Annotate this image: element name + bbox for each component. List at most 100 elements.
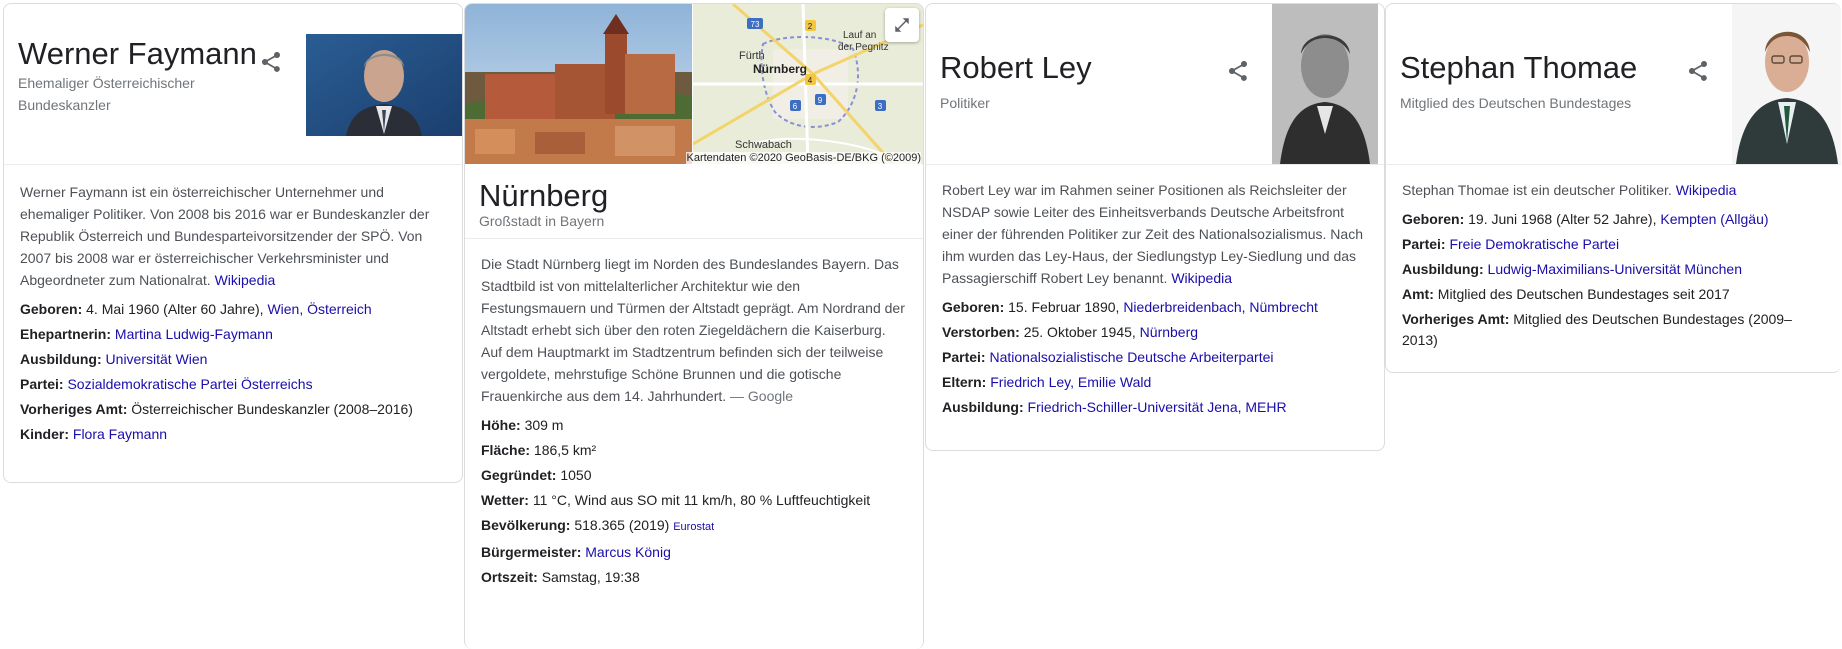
fact-value: 11 °C, Wind aus SO mit 11 km/h, 80 % Luf…	[532, 492, 871, 508]
fact-link[interactable]: Sozialdemokratische Partei Österreichs	[67, 376, 312, 392]
fact-value: 25. Oktober 1945,	[1023, 324, 1136, 340]
road-badge-6: 6	[793, 102, 798, 111]
fact-row: Partei: Freie Demokratische Partei	[1402, 234, 1825, 255]
fact-link[interactable]: Niederbreidenbach, Nümbrecht	[1123, 299, 1318, 315]
fact-link[interactable]: Nürnberg	[1140, 324, 1198, 340]
panel-body: Die Stadt Nürnberg liegt im Norden des B…	[465, 253, 923, 588]
facts-list: Geboren: 19. Juni 1968 (Alter 52 Jahre),…	[1402, 209, 1825, 351]
panel-title: Werner Faymann	[18, 36, 257, 71]
fact-row: Bürgermeister: Marcus König	[481, 542, 907, 563]
fact-row: Partei: Nationalsozialistische Deutsche …	[942, 347, 1368, 368]
fact-link[interactable]: Nationalsozialistische Deutsche Arbeiter…	[989, 349, 1273, 365]
subtitle-line-2: Bundeskanzler	[18, 97, 111, 113]
map-label-nuernberg: Nürnberg	[753, 62, 807, 76]
share-button[interactable]	[1686, 59, 1710, 83]
panel-subtitle: Ehemaliger Österreichischer Bundeskanzle…	[18, 72, 195, 116]
fact-label: Partei:	[942, 349, 986, 365]
fact-label: Bürgermeister:	[481, 544, 582, 560]
facts-list: Höhe: 309 m Fläche: 186,5 km² Gegründet:…	[481, 415, 907, 588]
fact-label: Ausbildung:	[942, 399, 1024, 415]
map-label-schwabach: Schwabach	[735, 139, 792, 151]
person-photo[interactable]	[306, 34, 462, 136]
map-label-lauf-2: der Pegnitz	[838, 42, 889, 53]
fact-value: 1050	[560, 467, 592, 483]
knowledge-panel-werner-faymann: Werner Faymann Ehemaliger Österreichisch…	[3, 3, 463, 483]
fact-row: Eltern: Friedrich Ley, Emilie Wald	[942, 372, 1368, 393]
fact-label: Geboren:	[20, 301, 83, 317]
fact-link[interactable]: Friedrich-Schiller-Universität Jena, MEH…	[1028, 399, 1287, 415]
fact-value: 15. Februar 1890,	[1008, 299, 1120, 315]
fact-link[interactable]: Universität Wien	[106, 351, 208, 367]
fact-label: Geboren:	[1402, 211, 1465, 227]
road-badge-9: 9	[818, 96, 823, 105]
panel-media: 73 2 4 6 9 3 Fürth Lauf an der Pegnitz N…	[465, 4, 923, 164]
wikipedia-link[interactable]: Wikipedia	[215, 272, 276, 288]
fact-label: Fläche:	[481, 442, 531, 458]
road-badge-4: 4	[808, 76, 813, 85]
fact-link[interactable]: Martina Ludwig-Faymann	[115, 326, 273, 342]
fact-value: 518.365 (2019)	[574, 517, 670, 533]
description-text: Stephan Thomae ist ein deutscher Politik…	[1402, 182, 1672, 198]
share-button[interactable]	[1226, 59, 1250, 83]
panel-header: Robert Ley Politiker	[926, 4, 1384, 165]
panel-description: Stephan Thomae ist ein deutscher Politik…	[1402, 179, 1825, 201]
panel-header: Werner Faymann Ehemaliger Österreichisch…	[4, 4, 462, 165]
fact-label: Partei:	[20, 376, 64, 392]
fact-row: Höhe: 309 m	[481, 415, 907, 436]
person-photo[interactable]	[1272, 4, 1378, 164]
fact-link[interactable]: Kempten (Allgäu)	[1660, 211, 1768, 227]
share-button[interactable]	[259, 50, 283, 74]
fact-label: Eltern:	[942, 374, 987, 390]
description-text: Robert Ley war im Rahmen seiner Position…	[942, 182, 1363, 286]
fact-link[interactable]: Flora Faymann	[73, 426, 167, 442]
fact-row: Ausbildung: Friedrich-Schiller-Universit…	[942, 397, 1368, 418]
fact-label: Ausbildung:	[1402, 261, 1484, 277]
portrait-image	[1272, 4, 1378, 164]
wikipedia-link[interactable]: Wikipedia	[1676, 182, 1737, 198]
fact-row: Vorheriges Amt: Österreichischer Bundesk…	[20, 399, 446, 420]
knowledge-panel-stephan-thomae: Stephan Thomae Mitglied des Deutschen Bu…	[1385, 3, 1841, 373]
fact-label: Geboren:	[942, 299, 1005, 315]
fact-label: Ortszeit:	[481, 569, 538, 585]
fact-row: Wetter: 11 °C, Wind aus SO mit 11 km/h, …	[481, 490, 907, 511]
city-map[interactable]: 73 2 4 6 9 3 Fürth Lauf an der Pegnitz N…	[693, 4, 923, 164]
fact-label: Bevölkerung:	[481, 517, 571, 533]
panel-subtitle: Großstadt in Bayern	[479, 213, 605, 229]
fact-label: Partei:	[1402, 236, 1446, 252]
expand-map-button[interactable]	[885, 8, 919, 42]
fact-label: Kinder:	[20, 426, 69, 442]
fact-link[interactable]: Marcus König	[585, 544, 671, 560]
fact-value: Österreichischer Bundeskanzler (2008–201…	[131, 401, 413, 417]
city-photo[interactable]	[465, 4, 692, 164]
fact-label: Amt:	[1402, 286, 1434, 302]
person-photo[interactable]	[1732, 4, 1841, 164]
map-attribution: Kartendaten ©2020 GeoBasis-DE/BKG (©2009…	[686, 152, 921, 164]
fact-value: 4. Mai 1960 (Alter 60 Jahre),	[86, 301, 264, 317]
fact-label: Vorheriges Amt:	[1402, 311, 1510, 327]
share-icon	[1229, 61, 1247, 81]
wikipedia-link[interactable]: Wikipedia	[1171, 270, 1232, 286]
fact-link[interactable]: Ludwig-Maximilians-Universität München	[1488, 261, 1742, 277]
fact-row: Geboren: 19. Juni 1968 (Alter 52 Jahre),…	[1402, 209, 1825, 230]
panel-title: Stephan Thomae	[1400, 50, 1638, 85]
fact-row: Vorheriges Amt: Mitglied des Deutschen B…	[1402, 309, 1825, 351]
eurostat-link[interactable]: Eurostat	[673, 521, 714, 533]
expand-icon	[895, 18, 909, 32]
fact-label: Vorheriges Amt:	[20, 401, 128, 417]
fact-link[interactable]: Wien, Österreich	[267, 301, 371, 317]
fact-row: Ehepartnerin: Martina Ludwig-Faymann	[20, 324, 446, 345]
fact-link[interactable]: Freie Demokratische Partei	[1449, 236, 1619, 252]
share-icon	[1689, 61, 1707, 81]
panel-description: Die Stadt Nürnberg liegt im Norden des B…	[481, 253, 907, 407]
fact-row: Kinder: Flora Faymann	[20, 424, 446, 445]
fact-row: Ausbildung: Ludwig-Maximilians-Universit…	[1402, 259, 1825, 280]
facts-list: Geboren: 15. Februar 1890, Niederbreiden…	[942, 297, 1368, 418]
fact-link[interactable]: Friedrich Ley, Emilie Wald	[990, 374, 1151, 390]
subtitle-line-1: Ehemaliger Österreichischer	[18, 75, 195, 91]
map-label-lauf-1: Lauf an	[843, 30, 876, 41]
panel-body: Stephan Thomae ist ein deutscher Politik…	[1386, 179, 1841, 351]
fact-value: 186,5 km²	[533, 442, 597, 458]
facts-list: Geboren: 4. Mai 1960 (Alter 60 Jahre), W…	[20, 299, 446, 445]
fact-label: Ehepartnerin:	[20, 326, 112, 342]
portrait-image	[306, 34, 462, 136]
